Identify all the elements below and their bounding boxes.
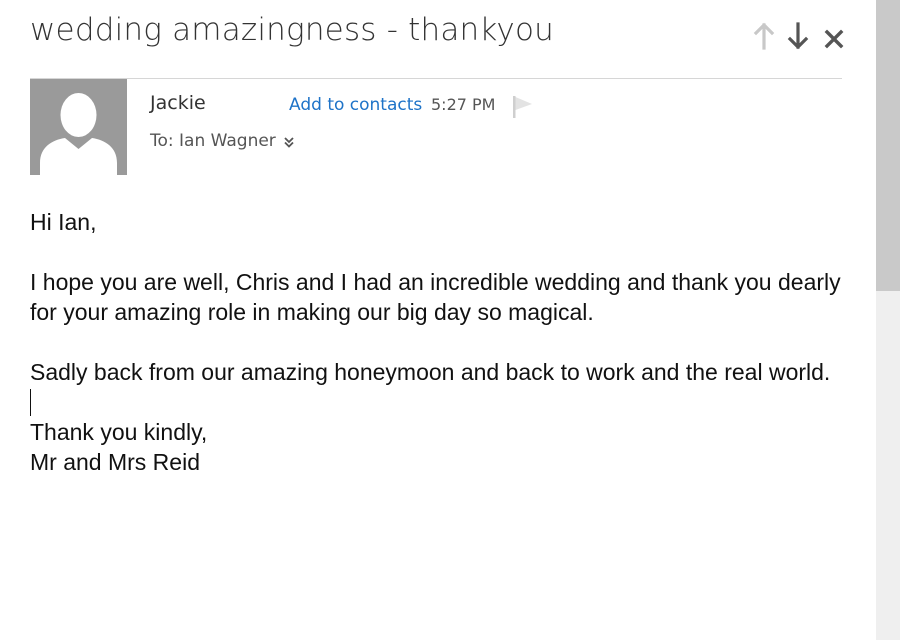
message-body[interactable]: Hi Ian, I hope you are well, Chris and I… bbox=[30, 207, 860, 477]
flag-button[interactable] bbox=[510, 93, 536, 119]
body-signature: Mr and Mrs Reid bbox=[30, 449, 200, 475]
text-cursor bbox=[30, 389, 31, 416]
add-to-contacts-link[interactable]: Add to contacts bbox=[289, 95, 422, 115]
message-subject: wedding amazingness - thankyou bbox=[30, 12, 554, 48]
previous-message-button[interactable] bbox=[750, 20, 778, 52]
header-divider bbox=[30, 78, 842, 79]
expand-recipients-icon[interactable] bbox=[282, 134, 296, 148]
arrow-down-icon bbox=[787, 22, 809, 50]
body-paragraph-1: I hope you are well, Chris and I had an … bbox=[30, 269, 841, 325]
body-closing: Thank you kindly, bbox=[30, 419, 208, 445]
body-paragraph-2: Sadly back from our amazing honeymoon an… bbox=[30, 359, 831, 385]
flag-icon bbox=[513, 96, 532, 118]
person-placeholder-icon bbox=[40, 93, 117, 175]
recipients-label: To: Ian Wagner bbox=[150, 131, 276, 151]
avatar bbox=[30, 79, 127, 175]
scrollbar-thumb[interactable] bbox=[876, 0, 900, 291]
body-greeting: Hi Ian, bbox=[30, 209, 97, 235]
close-button[interactable] bbox=[820, 20, 848, 52]
next-message-button[interactable] bbox=[784, 20, 812, 52]
sender-name[interactable]: Jackie bbox=[150, 92, 206, 114]
arrow-up-icon bbox=[753, 22, 775, 50]
message-time: 5:27 PM bbox=[431, 95, 496, 114]
close-icon bbox=[824, 29, 844, 49]
recipients-line[interactable]: To: Ian Wagner bbox=[150, 131, 296, 151]
